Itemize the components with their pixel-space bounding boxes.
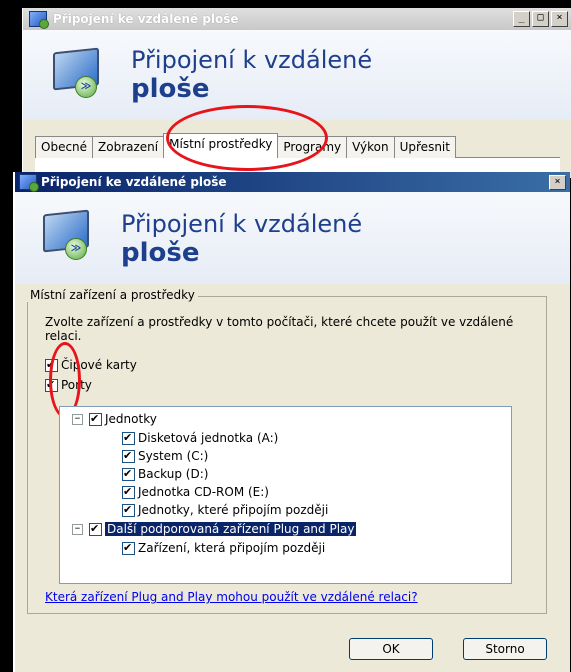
dialog-close-button[interactable]: ×	[549, 174, 566, 190]
pnp-help-link[interactable]: Která zařízení Plug and Play mohou použí…	[45, 590, 418, 604]
cancel-button[interactable]: Storno	[463, 638, 547, 660]
tree-item[interactable]: System (C:)	[122, 449, 208, 463]
dialog-banner-line2: ploše	[121, 238, 200, 268]
remote-desktop-app-icon	[19, 174, 39, 192]
tree-item-label: System (C:)	[138, 449, 209, 463]
tab-performance[interactable]: Výkon	[346, 136, 395, 158]
dialog-titlebar: Připojení ke vzdálené ploše ×	[15, 172, 570, 192]
tree-item-label: Backup (D:)	[138, 467, 209, 481]
tree-item[interactable]: Backup (D:)	[122, 467, 208, 481]
drive-a-checkbox[interactable]	[122, 431, 135, 445]
dialog-banner-line1: Připojení k vzdálené	[121, 210, 363, 238]
remote-monitor-icon: ≫	[49, 47, 99, 98]
minimize-button[interactable]: _	[513, 11, 530, 27]
tree-node-drives[interactable]: − Jednotky	[72, 412, 157, 426]
drive-e-checkbox[interactable]	[122, 485, 135, 499]
tree-item[interactable]: Jednotky, které připojím později	[122, 503, 328, 517]
dialog-banner: ≫ Připojení k vzdálené ploše	[15, 192, 570, 284]
collapse-icon[interactable]: −	[72, 413, 83, 425]
tree-item-label: Jednotky, které připojím později	[138, 503, 329, 517]
highlight-ellipse-tab	[166, 105, 328, 171]
remote-monitor-icon: ≫	[39, 209, 89, 260]
close-button[interactable]: ×	[551, 11, 568, 27]
tree-item[interactable]: Zařízení, která připojím později	[122, 541, 325, 555]
banner-title-line2: ploše	[131, 74, 210, 104]
drives-checkbox[interactable]	[89, 412, 102, 426]
maximize-button[interactable]: □	[532, 11, 549, 27]
pnp-later-checkbox[interactable]	[122, 541, 135, 555]
dialog-title: Připojení ke vzdálené ploše	[41, 175, 227, 189]
background-window-title: Připojení ke vzdálené ploše	[53, 12, 239, 26]
remote-desktop-app-icon	[29, 11, 49, 29]
drives-label: Jednotky	[105, 412, 157, 426]
tree-item[interactable]: Disketová jednotka (A:)	[122, 431, 278, 445]
local-devices-dialog: Připojení ke vzdálené ploše × ≫ Připojen…	[13, 172, 570, 672]
header-banner: ≫ Připojení k vzdálené ploše	[23, 30, 571, 120]
collapse-icon[interactable]: −	[72, 523, 83, 535]
pnp-checkbox[interactable]	[89, 522, 102, 536]
tree-item-label: Jednotka CD-ROM (E:)	[138, 485, 269, 499]
group-description: Zvolte zařízení a prostředky v tomto poč…	[45, 315, 514, 343]
tree-item-label: Disketová jednotka (A:)	[138, 431, 279, 445]
group-label: Místní zařízení a prostředky	[27, 288, 198, 302]
drives-later-checkbox[interactable]	[122, 503, 135, 517]
banner-title-line1: Připojení k vzdálené	[131, 46, 373, 74]
tree-node-pnp[interactable]: − Další podporovaná zařízení Plug and Pl…	[72, 522, 357, 536]
tab-advanced[interactable]: Upřesnit	[393, 136, 456, 158]
tree-item[interactable]: Jednotka CD-ROM (E:)	[122, 485, 269, 499]
pnp-label: Další podporovaná zařízení Plug and Play	[105, 522, 357, 536]
drive-d-checkbox[interactable]	[122, 467, 135, 481]
tab-general[interactable]: Obecné	[35, 136, 94, 158]
devices-tree[interactable]: − Jednotky Disketová jednotka (A:) Syste…	[59, 406, 512, 584]
background-titlebar: Připojení ke vzdálené ploše _ □ ×	[23, 8, 571, 30]
drive-c-checkbox[interactable]	[122, 449, 135, 463]
ok-button[interactable]: OK	[349, 638, 433, 660]
tree-item-label: Zařízení, která připojím později	[138, 541, 326, 555]
tab-display[interactable]: Zobrazení	[92, 136, 165, 158]
